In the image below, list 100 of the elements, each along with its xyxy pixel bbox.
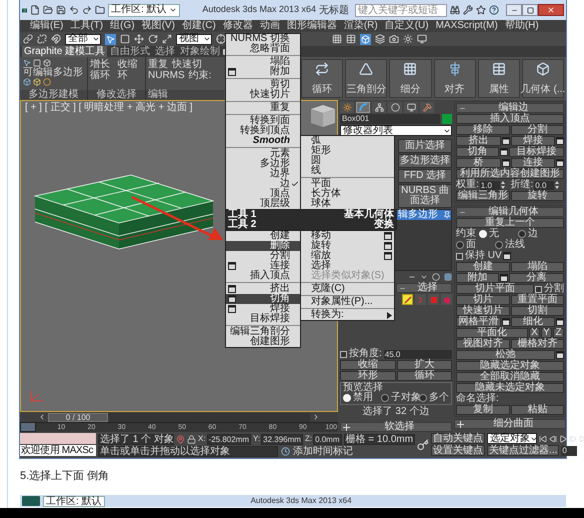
ribbon-tool-button[interactable]: 几何体 (... [522,59,564,98]
panel-button[interactable]: 扩大 [396,360,452,370]
axis-button[interactable]: Y [541,328,552,338]
panel-button[interactable]: 循环 [396,371,452,381]
panel-button[interactable]: 粘贴 [510,405,564,415]
menu-item[interactable]: 转换到顶点 [226,126,300,136]
frame-field[interactable]: 0 [561,446,578,456]
modifier-list-dropdown[interactable]: 修改器列表 [340,125,452,136]
menu-item[interactable]: 重复 [226,103,300,113]
rollout-header[interactable]: 编辑几何体 [456,207,564,217]
menu-item[interactable]: 创建图形 [226,337,300,347]
panel-button[interactable]: 隐藏未选定对象 [456,383,564,393]
time-slider-thumb[interactable]: 0 / 100 [48,412,108,422]
ribbon-command[interactable]: 收缩 [118,59,143,70]
panel-button[interactable]: 旋转 [511,191,564,201]
menu-bar-item[interactable]: 帮助(H) [504,21,539,31]
menu-item[interactable]: 边界 [226,169,300,179]
ribbon-tab[interactable]: Graphite 建模工具 [22,46,108,57]
ribbon-tab[interactable]: 自由形式 [108,46,152,57]
ribbon-tool-button[interactable]: 属性 [478,59,520,98]
group-label[interactable]: 编辑 [146,90,224,100]
panel-button[interactable]: 平面化 [456,328,528,338]
menu-item[interactable]: 塌陷 [226,57,300,67]
coordinate-dropdown[interactable]: 视图 [176,34,212,44]
group-label[interactable]: 修改选择 [88,90,145,100]
add-time-tag-button[interactable]: 添加时间标记 [293,446,353,456]
auto-key-button[interactable]: 自动关键点 [431,433,486,444]
menu-item[interactable]: 转换为: [301,310,394,320]
stack-item[interactable]: 辑多边形 [397,210,451,220]
coordinate-field[interactable]: 0.0mm [313,434,342,444]
panel-button[interactable]: 挤出 [456,136,500,146]
panel-button[interactable]: 利用所选内容创建图形 [456,169,564,179]
modifier-button[interactable]: FFD 选择 [398,169,452,183]
menu-item[interactable]: 顶点 [226,189,300,199]
panel-button[interactable]: 重复上一个 [456,218,564,228]
panel-button[interactable]: 细化 [510,317,555,327]
axis-button[interactable]: X [529,328,540,338]
panel-button[interactable]: 分割 [510,125,564,135]
panel-button[interactable]: 视图对齐 [456,339,510,349]
panel-button[interactable]: 附加 [456,273,498,283]
panel-button[interactable]: 隐藏选定对象 [456,361,564,371]
menu-item[interactable]: 创建 [226,231,300,241]
panel-button[interactable]: 收缩 [340,360,396,370]
menu-item[interactable]: NURMS 切换 [226,34,300,44]
modifier-button[interactable]: NURBS 曲面选择 [398,184,452,208]
spinner-field[interactable]: 1.0 [480,180,500,190]
spinner-field[interactable]: 0.0 [534,180,554,190]
menu-item[interactable]: 附加 [226,67,300,77]
menu-bar-item[interactable]: 组(G) [110,21,135,31]
panel-button[interactable]: 创建 [456,262,510,272]
ribbon-command[interactable]: 快速切 [172,59,202,70]
panel-button[interactable]: 切片 [456,295,510,305]
coordinate-field[interactable]: 32.396mm [261,434,303,444]
menu-item[interactable]: Smooth [226,136,300,146]
modifier-button[interactable]: 多边形选择 [398,154,452,168]
panel-button[interactable]: 网格平滑 [456,317,500,327]
panel-button[interactable]: 分离 [508,273,564,283]
menu-bar-item[interactable]: 动画 [260,21,280,31]
axis-button[interactable]: Z [553,328,564,338]
rollout-header[interactable]: 软选择 [340,422,452,432]
panel-button[interactable]: 插入顶点 [456,114,564,124]
menu-item[interactable]: 目标焊接 [226,314,300,324]
panel-button[interactable]: 环形 [340,371,396,381]
script-listener-output[interactable]: 欢迎使用 MAXSc [20,445,96,456]
menu-item[interactable]: 删除 [226,241,300,251]
viewport-label[interactable]: [ + ] [ 正交 ] [ 明暗处理 + 高光 + 边面 ] [25,102,193,113]
panel-button[interactable]: 快速切片 [456,306,510,316]
ribbon-tool-button[interactable]: 循环 [301,59,344,98]
angle-field[interactable]: 45.0 [384,350,452,358]
menu-bar-item[interactable]: 修改器 [222,21,253,31]
menu-item[interactable]: 对象属性(P)... [301,297,394,307]
ribbon-command[interactable]: NURMS [148,70,185,81]
menu-bar-item[interactable]: 自定义(U) [384,21,429,31]
key-mode-dropdown[interactable]: 选定对象 [487,433,538,444]
menu-bar-item[interactable]: 工具(T) [70,21,104,31]
menu-item[interactable]: 忽略背面 [226,44,300,54]
ribbon-tool-button[interactable]: 对齐 [434,59,476,98]
menu-item[interactable]: 元素 [226,149,300,159]
menu-bar-item[interactable]: 渲染(R) [344,21,378,31]
menu-item[interactable]: 切角 [226,294,300,304]
ribbon-command[interactable]: 增长 [90,59,116,70]
menu-item[interactable]: 焊接 [226,304,300,314]
menu-item[interactable]: 转换到面 [226,116,300,126]
panel-button[interactable]: 切割 [510,306,564,316]
ribbon-tool-button[interactable]: 细分 [389,59,432,98]
menu-item[interactable]: 剪切 [226,80,300,90]
menu-item[interactable]: 挤出 [226,284,300,294]
rollout-header[interactable]: 细分曲面 [454,419,566,429]
ribbon-tab[interactable]: 对象绘制 [178,46,222,57]
panel-button[interactable]: 编辑三角形 [456,191,510,201]
menu-item[interactable]: 顶层级 [226,199,300,209]
menu-bar-item[interactable]: 视图(V) [142,21,175,31]
menu-bar-item[interactable]: MAXScript(M) [436,21,498,31]
ribbon-command[interactable]: 重复 [148,59,168,70]
panel-button[interactable]: 移除 [456,125,510,135]
panel-button[interactable]: 松弛 [456,350,555,360]
menu-bar-item[interactable]: 编辑(E) [30,21,64,31]
selection-filter-dropdown[interactable]: 全部 [65,34,101,44]
menu-item[interactable]: 连接 [226,261,300,271]
panel-button[interactable]: 目标焊接 [508,147,564,157]
